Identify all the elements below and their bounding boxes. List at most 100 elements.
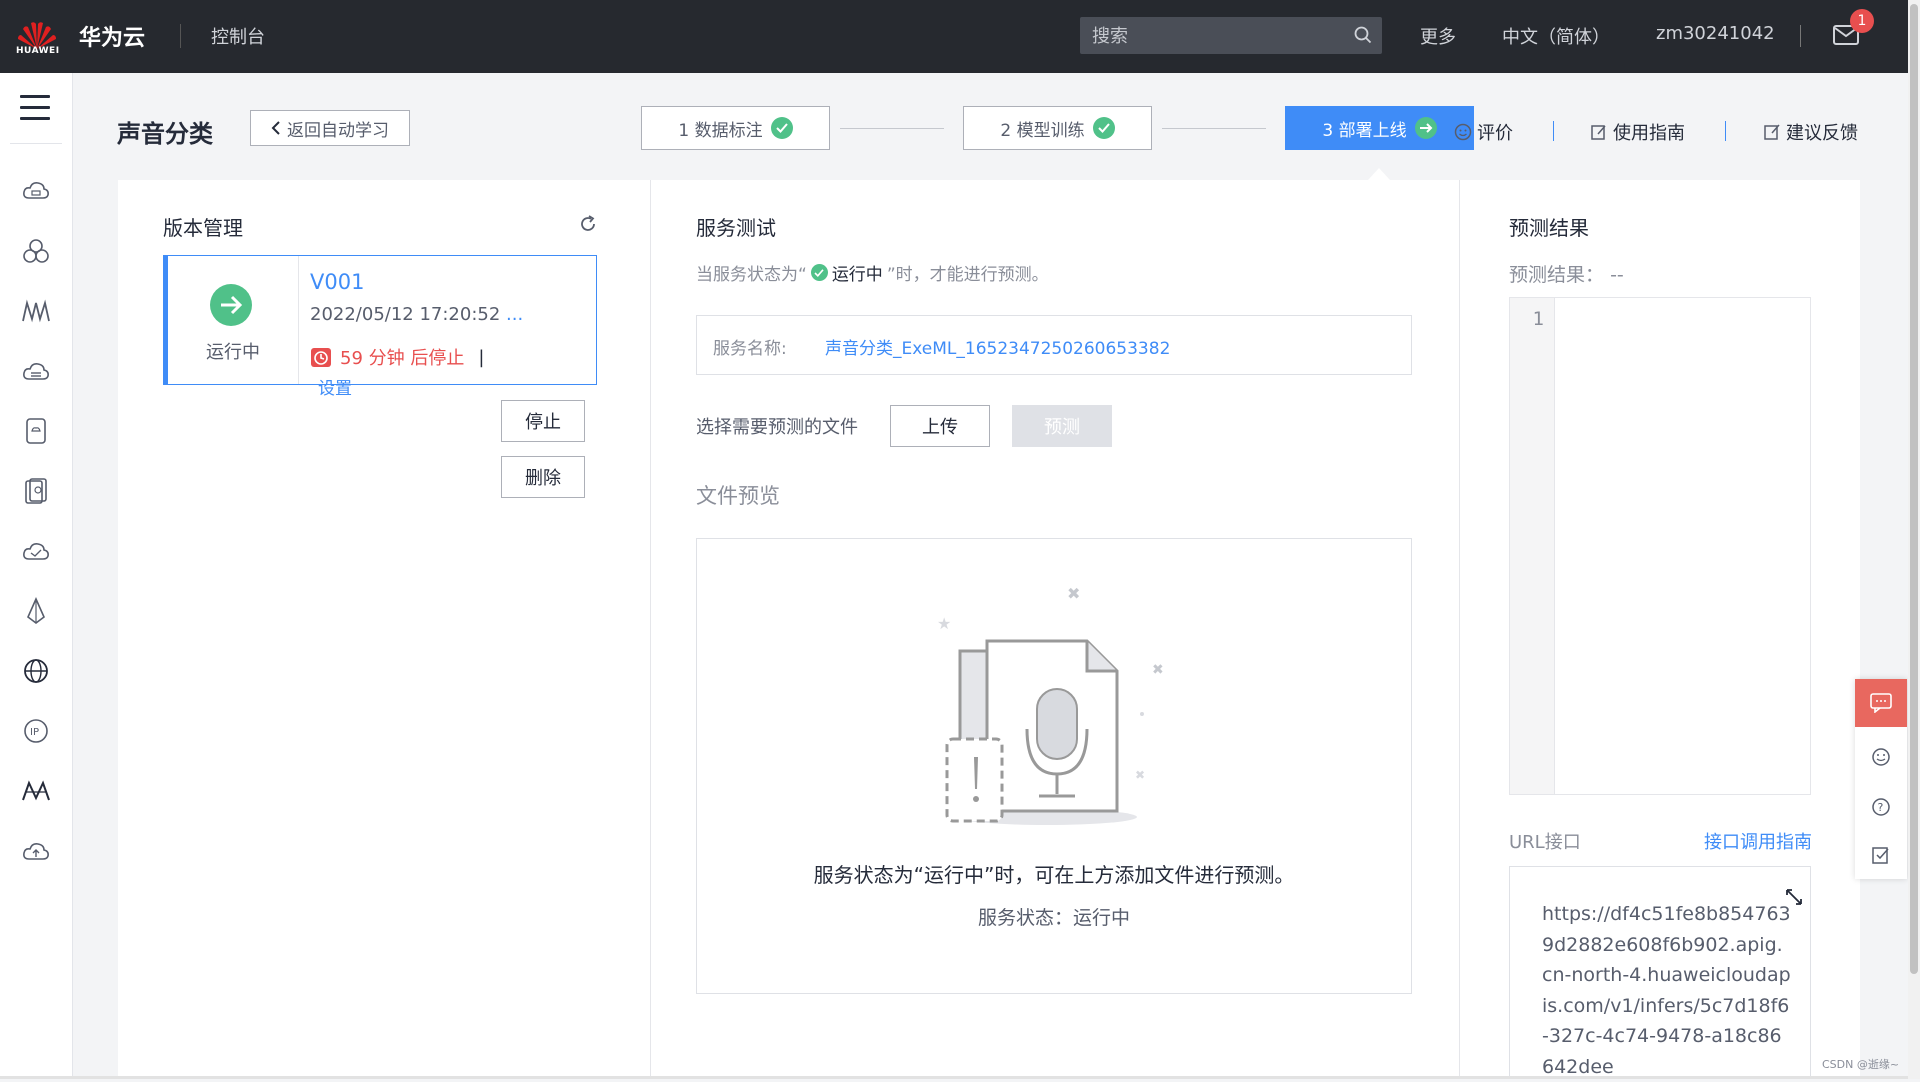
storage-icon[interactable] bbox=[20, 415, 52, 447]
step-model-training[interactable]: 2 模型训练 bbox=[963, 106, 1152, 150]
arrow-circle-icon bbox=[1414, 117, 1437, 139]
floating-toolbar: ? bbox=[1855, 679, 1907, 879]
database-icon[interactable] bbox=[20, 355, 52, 387]
smile-icon bbox=[1454, 123, 1472, 141]
step-connector bbox=[840, 128, 944, 129]
audio-file-illustration-icon: ✖ ★ ✖ ✖ bbox=[937, 584, 1164, 825]
status-panel: 运行中 bbox=[168, 256, 299, 384]
top-navigation-bar: HUAWEI 华为云 控制台 更多 中文（简体） zm30241042 1 bbox=[0, 0, 1908, 73]
version-card[interactable]: 运行中 V001 2022/05/12 17:20:52 ... 59 分钟 后… bbox=[163, 255, 597, 399]
cloud-upload-icon[interactable] bbox=[20, 835, 52, 867]
brand-name[interactable]: 华为云 bbox=[79, 20, 145, 52]
chat-button[interactable] bbox=[1855, 679, 1907, 727]
menu-icon[interactable] bbox=[20, 95, 50, 128]
file-preview-title: 文件预览 bbox=[696, 484, 780, 508]
svg-text:★: ★ bbox=[937, 614, 951, 633]
line-gutter: 1 bbox=[1510, 298, 1555, 794]
feedback-link[interactable]: 建议反馈 bbox=[1763, 119, 1858, 145]
prediction-result: 预测结果： -- bbox=[1509, 264, 1624, 286]
divider bbox=[1800, 25, 1801, 47]
guide-link[interactable]: 使用指南 bbox=[1590, 119, 1685, 145]
svg-text:✖: ✖ bbox=[1152, 662, 1164, 678]
step-data-labeling[interactable]: 1 数据标注 bbox=[641, 106, 830, 150]
scroll-thumb[interactable] bbox=[1910, 4, 1918, 974]
note-button[interactable] bbox=[1855, 831, 1907, 879]
ai-icon[interactable] bbox=[20, 775, 52, 807]
service-sidebar: IP bbox=[0, 73, 73, 1079]
pipe-separator: | bbox=[478, 346, 485, 368]
divider bbox=[1553, 121, 1554, 141]
svg-text:✖: ✖ bbox=[1135, 768, 1145, 782]
step-pointer-icon bbox=[1368, 168, 1390, 180]
line-number: 1 bbox=[1532, 308, 1544, 330]
deploy-icon[interactable] bbox=[20, 595, 52, 627]
upload-button[interactable]: 上传 bbox=[890, 405, 990, 447]
feedback-label: 建议反馈 bbox=[1786, 123, 1858, 144]
check-circle-icon bbox=[1092, 117, 1115, 139]
rate-label: 评价 bbox=[1477, 123, 1513, 144]
language-selector[interactable]: 中文（简体） bbox=[1502, 23, 1610, 49]
cloud-server-icon[interactable] bbox=[20, 175, 52, 207]
timer-icon bbox=[311, 348, 331, 367]
step-deploy[interactable]: 3 部署上线 bbox=[1285, 106, 1474, 150]
preview-message: 服务状态为“运行中”时，可在上方添加文件进行预测。 bbox=[813, 863, 1295, 887]
step-label: 3 部署上线 bbox=[1322, 120, 1407, 141]
guide-label: 使用指南 bbox=[1613, 123, 1685, 144]
step-connector bbox=[1162, 128, 1266, 129]
console-link[interactable]: 控制台 bbox=[211, 23, 265, 49]
more-menu[interactable]: 更多 bbox=[1420, 23, 1456, 49]
version-datetime: 2022/05/12 17:20:52 ... bbox=[310, 304, 524, 325]
divider bbox=[180, 24, 181, 48]
delete-button[interactable]: 删除 bbox=[501, 456, 585, 498]
ip-icon[interactable]: IP bbox=[20, 715, 52, 747]
service-hint: 当服务状态为“ 运行中 ”时，才能进行预测。 bbox=[696, 264, 1049, 285]
chat-icon bbox=[1870, 693, 1892, 713]
help-button[interactable]: ? bbox=[1855, 783, 1907, 831]
url-label: URL接口 bbox=[1509, 832, 1581, 853]
feedback-icon bbox=[1764, 124, 1780, 140]
logo-text: HUAWEI bbox=[16, 46, 60, 56]
satisfaction-button[interactable] bbox=[1855, 733, 1907, 781]
refresh-icon[interactable] bbox=[578, 214, 598, 234]
back-button[interactable]: 返回自动学习 bbox=[250, 110, 410, 146]
cluster-icon[interactable] bbox=[20, 235, 52, 267]
api-guide-link[interactable]: 接口调用指南 bbox=[1704, 828, 1812, 854]
user-menu[interactable]: zm30241042 bbox=[1656, 23, 1775, 44]
step-label: 2 模型训练 bbox=[1000, 120, 1085, 141]
notification-badge: 1 bbox=[1850, 9, 1874, 33]
rate-link[interactable]: 评价 bbox=[1454, 119, 1513, 145]
search-box[interactable] bbox=[1080, 17, 1382, 54]
settings-link[interactable]: 设置 bbox=[318, 374, 352, 399]
arrow-right-icon bbox=[210, 284, 252, 326]
stop-timer: 59 分钟 后停止 | bbox=[310, 344, 484, 370]
predict-button[interactable]: 预测 bbox=[1012, 405, 1112, 447]
more-ellipsis[interactable]: ... bbox=[506, 304, 523, 325]
search-icon[interactable] bbox=[1354, 26, 1372, 44]
status-badge: 运行中 bbox=[206, 342, 260, 363]
prediction-output-editor[interactable]: 1 bbox=[1509, 297, 1811, 795]
edit-note-icon bbox=[1872, 847, 1889, 864]
cloud-check-icon[interactable] bbox=[20, 535, 52, 567]
backup-icon[interactable] bbox=[20, 475, 52, 507]
main-panel: 版本管理 运行中 V001 2022/05/12 17:20:52 ... 59… bbox=[118, 180, 1860, 1079]
prediction-title: 预测结果 bbox=[1509, 216, 1589, 240]
chevron-left-icon bbox=[271, 121, 280, 135]
back-button-label: 返回自动学习 bbox=[287, 120, 389, 141]
stop-button[interactable]: 停止 bbox=[501, 400, 585, 442]
service-name-label: 服务名称: bbox=[713, 339, 787, 359]
check-circle-icon bbox=[810, 264, 828, 281]
page-scrollbar[interactable] bbox=[1908, 0, 1920, 1079]
service-test-title: 服务测试 bbox=[696, 216, 776, 240]
model-arts-icon[interactable] bbox=[20, 295, 52, 327]
svg-text:IP: IP bbox=[30, 727, 39, 738]
version-name[interactable]: V001 bbox=[310, 270, 364, 294]
api-url[interactable]: https://df4c51fe8b8547639d2882e608f6b902… bbox=[1542, 899, 1792, 1082]
preview-status: 服务状态：运行中 bbox=[977, 907, 1130, 929]
globe-icon[interactable] bbox=[20, 655, 52, 687]
column-divider bbox=[650, 180, 651, 1079]
service-name-value[interactable]: 声音分类_ExeML_1652347250260653382 bbox=[825, 334, 1170, 359]
stop-timer-text: 59 分钟 后停止 bbox=[340, 348, 465, 369]
watermark: CSDN @逝缘~ bbox=[1822, 1058, 1900, 1071]
search-input[interactable] bbox=[1090, 23, 1344, 49]
svg-text:?: ? bbox=[1878, 801, 1884, 814]
